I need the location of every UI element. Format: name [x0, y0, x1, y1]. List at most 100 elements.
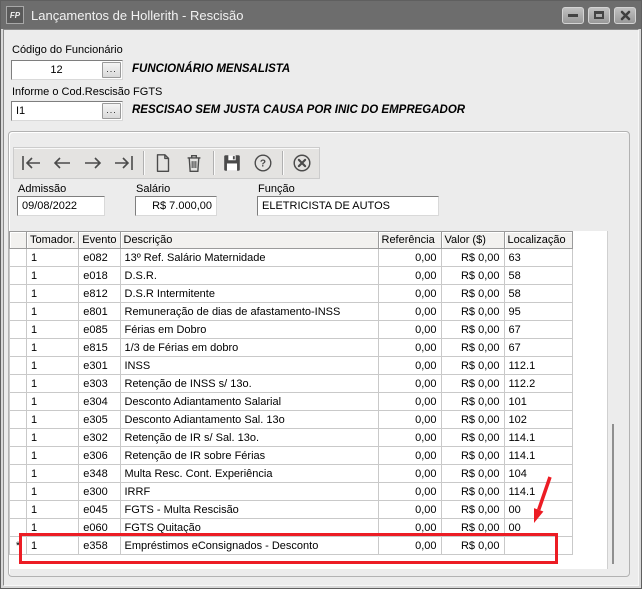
cell-evento[interactable]: e045: [79, 501, 120, 519]
cell-referencia[interactable]: 0,00: [378, 249, 441, 267]
cell-valor[interactable]: R$ 0,00: [441, 267, 504, 285]
close-button[interactable]: [614, 7, 636, 24]
cell-referencia[interactable]: 0,00: [378, 411, 441, 429]
cell-valor[interactable]: R$ 0,00: [441, 357, 504, 375]
row-selector[interactable]: *: [10, 537, 27, 555]
cell-tomador[interactable]: 1: [27, 501, 79, 519]
row-selector[interactable]: [10, 483, 27, 501]
vertical-scrollbar-thumb[interactable]: [612, 424, 614, 564]
cell-localizacao[interactable]: 112.2: [504, 375, 572, 393]
row-selector[interactable]: [10, 321, 27, 339]
cell-valor[interactable]: R$ 0,00: [441, 447, 504, 465]
cell-descricao[interactable]: FGTS - Multa Rescisão: [120, 501, 378, 519]
next-record-button[interactable]: [81, 151, 105, 175]
cell-descricao[interactable]: Remuneração de dias de afastamento-INSS: [120, 303, 378, 321]
cell-valor[interactable]: R$ 0,00: [441, 393, 504, 411]
admissao-field[interactable]: 09/08/2022: [17, 196, 105, 216]
row-selector[interactable]: [10, 501, 27, 519]
row-selector[interactable]: [10, 375, 27, 393]
cell-localizacao[interactable]: [504, 537, 572, 555]
cell-localizacao[interactable]: 00: [504, 519, 572, 537]
cancel-button[interactable]: [290, 151, 314, 175]
cell-descricao[interactable]: Retenção de INSS s/ 13o.: [120, 375, 378, 393]
fgts-code-lookup-button[interactable]: ...: [102, 103, 121, 119]
salario-field[interactable]: R$ 7.000,00: [135, 196, 217, 216]
cell-valor[interactable]: R$ 0,00: [441, 501, 504, 519]
cell-descricao[interactable]: Retenção de IR s/ Sal. 13o.: [120, 429, 378, 447]
cell-referencia[interactable]: 0,00: [378, 339, 441, 357]
cell-valor[interactable]: R$ 0,00: [441, 483, 504, 501]
cell-valor[interactable]: R$ 0,00: [441, 411, 504, 429]
cell-descricao[interactable]: 13º Ref. Salário Maternidade: [120, 249, 378, 267]
minimize-button[interactable]: [562, 7, 584, 24]
cell-localizacao[interactable]: 00: [504, 501, 572, 519]
last-record-button[interactable]: [112, 151, 136, 175]
row-selector[interactable]: [10, 267, 27, 285]
cell-tomador[interactable]: 1: [27, 267, 79, 285]
first-record-button[interactable]: [19, 151, 43, 175]
row-selector[interactable]: [10, 393, 27, 411]
cell-descricao[interactable]: Multa Resc. Cont. Experiência: [120, 465, 378, 483]
maximize-button[interactable]: [588, 7, 610, 24]
cell-evento[interactable]: e018: [79, 267, 120, 285]
cell-referencia[interactable]: 0,00: [378, 303, 441, 321]
cell-descricao[interactable]: Desconto Adiantamento Salarial: [120, 393, 378, 411]
cell-tomador[interactable]: 1: [27, 465, 79, 483]
cell-referencia[interactable]: 0,00: [378, 465, 441, 483]
grid-header-descricao[interactable]: Descrição: [120, 232, 378, 249]
cell-referencia[interactable]: 0,00: [378, 285, 441, 303]
cell-descricao[interactable]: IRRF: [120, 483, 378, 501]
previous-record-button[interactable]: [50, 151, 74, 175]
cell-tomador[interactable]: 1: [27, 537, 79, 555]
cell-evento[interactable]: e082: [79, 249, 120, 267]
grid-header-localizacao[interactable]: Localização: [504, 232, 572, 249]
cell-evento[interactable]: e301: [79, 357, 120, 375]
help-button[interactable]: ?: [251, 151, 275, 175]
horizontal-scrollbar-thumb[interactable]: [29, 561, 54, 564]
cell-referencia[interactable]: 0,00: [378, 537, 441, 555]
cell-descricao[interactable]: FGTS Quitação: [120, 519, 378, 537]
cell-evento[interactable]: e305: [79, 411, 120, 429]
cell-referencia[interactable]: 0,00: [378, 519, 441, 537]
cell-tomador[interactable]: 1: [27, 519, 79, 537]
cell-valor[interactable]: R$ 0,00: [441, 375, 504, 393]
cell-evento[interactable]: e812: [79, 285, 120, 303]
cell-descricao[interactable]: Empréstimos eConsignados - Desconto: [120, 537, 378, 555]
cell-referencia[interactable]: 0,00: [378, 429, 441, 447]
save-record-button[interactable]: [221, 151, 245, 175]
funcao-field[interactable]: ELETRICISTA DE AUTOS: [257, 196, 439, 216]
cell-referencia[interactable]: 0,00: [378, 357, 441, 375]
cell-localizacao[interactable]: 67: [504, 321, 572, 339]
cell-descricao[interactable]: Desconto Adiantamento Sal. 13o: [120, 411, 378, 429]
cell-localizacao[interactable]: 58: [504, 285, 572, 303]
cell-localizacao[interactable]: 102: [504, 411, 572, 429]
cell-tomador[interactable]: 1: [27, 447, 79, 465]
cell-tomador[interactable]: 1: [27, 321, 79, 339]
cell-evento[interactable]: e348: [79, 465, 120, 483]
cell-tomador[interactable]: 1: [27, 411, 79, 429]
cell-tomador[interactable]: 1: [27, 303, 79, 321]
new-record-button[interactable]: [151, 151, 175, 175]
grid-header-referencia[interactable]: Referência: [378, 232, 441, 249]
cell-valor[interactable]: R$ 0,00: [441, 537, 504, 555]
row-selector[interactable]: [10, 303, 27, 321]
cell-valor[interactable]: R$ 0,00: [441, 429, 504, 447]
cell-referencia[interactable]: 0,00: [378, 321, 441, 339]
cell-evento[interactable]: e304: [79, 393, 120, 411]
cell-descricao[interactable]: Retenção de IR sobre Férias: [120, 447, 378, 465]
cell-valor[interactable]: R$ 0,00: [441, 321, 504, 339]
cell-localizacao[interactable]: 114.1: [504, 447, 572, 465]
employee-code-lookup-button[interactable]: ...: [102, 62, 121, 78]
cell-valor[interactable]: R$ 0,00: [441, 285, 504, 303]
cell-referencia[interactable]: 0,00: [378, 483, 441, 501]
cell-evento[interactable]: e300: [79, 483, 120, 501]
grid-header-evento[interactable]: Evento: [79, 232, 120, 249]
cell-descricao[interactable]: D.S.R.: [120, 267, 378, 285]
cell-descricao[interactable]: D.S.R Intermitente: [120, 285, 378, 303]
fgts-code-field[interactable]: I1 ...: [11, 101, 123, 121]
cell-evento[interactable]: e085: [79, 321, 120, 339]
cell-localizacao[interactable]: 95: [504, 303, 572, 321]
row-selector[interactable]: [10, 249, 27, 267]
cell-descricao[interactable]: Férias em Dobro: [120, 321, 378, 339]
cell-localizacao[interactable]: 112.1: [504, 357, 572, 375]
